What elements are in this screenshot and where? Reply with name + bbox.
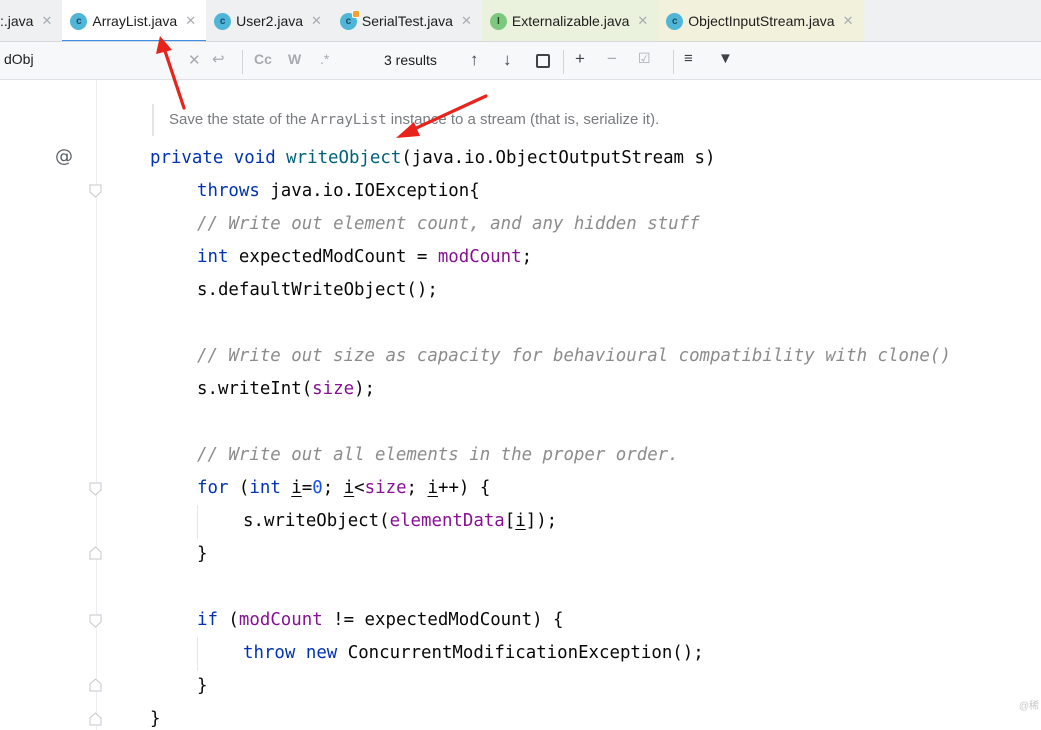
- previous-occurrence-icon[interactable]: ↑: [470, 50, 479, 70]
- fold-close-icon[interactable]: [89, 546, 102, 560]
- tab-label: Externalizable.java: [511, 13, 630, 29]
- close-icon[interactable]: ✕: [185, 13, 196, 29]
- tab-label: User2.java: [236, 13, 304, 29]
- fold-close-icon[interactable]: [89, 678, 102, 692]
- funnel-filter-icon[interactable]: ▼: [718, 50, 733, 67]
- separator: [242, 50, 243, 74]
- editor-tab-bar: :.java ✕ c ArrayList.java ✕ c User2.java…: [0, 0, 1041, 42]
- code-line: throw new ConcurrentModificationExceptio…: [243, 643, 704, 663]
- class-icon: c: [70, 12, 88, 30]
- tab-arraylist[interactable]: c ArrayList.java ✕: [62, 0, 207, 41]
- watermark: @稀: [1018, 701, 1039, 712]
- new-line-icon[interactable]: ↩: [212, 50, 225, 68]
- tab-java-file[interactable]: :.java ✕: [0, 0, 62, 41]
- code-line: }: [197, 544, 208, 564]
- match-case-toggle[interactable]: Cc: [254, 51, 272, 67]
- close-icon[interactable]: ✕: [843, 13, 854, 29]
- regex-toggle[interactable]: .*: [320, 51, 329, 67]
- class-runnable-icon: c: [339, 9, 360, 30]
- tab-label: :.java: [0, 13, 34, 29]
- close-icon[interactable]: ✕: [41, 13, 52, 29]
- code-line: // Write out element count, and any hidd…: [197, 214, 700, 234]
- indent-guide: [197, 637, 198, 671]
- code-line: s.writeInt(size);: [197, 379, 376, 399]
- tab-externalizable[interactable]: I Externalizable.java ✕: [481, 0, 659, 41]
- select-all-occurrences-icon[interactable]: [536, 54, 550, 68]
- search-input[interactable]: dObj: [4, 51, 34, 67]
- close-icon[interactable]: ✕: [311, 13, 322, 29]
- tab-serialtest[interactable]: c SerialTest.java ✕: [332, 0, 482, 41]
- code-line: private void writeObject(java.io.ObjectO…: [150, 148, 716, 168]
- interface-icon: I: [489, 12, 507, 30]
- code-line: if (modCount != expectedModCount) {: [197, 610, 564, 630]
- next-occurrence-icon[interactable]: ↓: [503, 50, 512, 70]
- fold-open-icon[interactable]: [89, 614, 102, 628]
- tab-objectinputstream[interactable]: c ObjectInputStream.java ✕: [658, 0, 864, 41]
- code-line: for (int i=0; i<size; i++) {: [197, 478, 491, 498]
- separator: [673, 50, 674, 74]
- tab-label: ArrayList.java: [92, 13, 178, 29]
- close-icon[interactable]: ✕: [637, 13, 648, 29]
- code-line: // Write out size as capacity for behavi…: [197, 346, 951, 366]
- code-line: }: [150, 709, 161, 729]
- exclude-occurrence-icon[interactable]: ☑: [638, 50, 651, 67]
- code-lines: private void writeObject(java.io.ObjectO…: [0, 80, 1041, 729]
- find-bar: dObj ✕ ↩ Cc W .* 3 results ↑ ↓ + − ☑ ≡ ▼: [0, 42, 1041, 80]
- tab-label: SerialTest.java: [361, 13, 453, 29]
- clear-search-icon[interactable]: ✕: [188, 51, 201, 69]
- class-icon: c: [666, 12, 684, 30]
- search-results-count: 3 results: [384, 52, 437, 68]
- tab-user2[interactable]: c User2.java ✕: [206, 0, 332, 41]
- code-line: throws java.io.IOException{: [197, 181, 480, 201]
- code-line: }: [197, 676, 208, 696]
- code-line: // Write out all elements in the proper …: [197, 445, 679, 465]
- fold-close-icon[interactable]: [89, 712, 102, 726]
- code-line: s.writeObject(elementData[i]);: [243, 511, 558, 531]
- indent-guide: [197, 505, 198, 539]
- whole-words-toggle[interactable]: W: [288, 51, 301, 67]
- code-editor[interactable]: Save the state of the ArrayList instance…: [0, 80, 1041, 730]
- tab-label: ObjectInputStream.java: [688, 13, 835, 29]
- fold-open-icon[interactable]: [89, 482, 102, 496]
- remove-occurrence-icon[interactable]: −: [607, 49, 617, 69]
- code-line: int expectedModCount = modCount;: [197, 247, 533, 267]
- add-occurrence-icon[interactable]: +: [575, 49, 585, 69]
- code-line: s.defaultWriteObject();: [197, 280, 438, 300]
- close-icon[interactable]: ✕: [461, 13, 472, 29]
- separator: [563, 50, 564, 74]
- class-icon: c: [214, 12, 232, 30]
- filter-options-icon[interactable]: ≡: [684, 50, 693, 67]
